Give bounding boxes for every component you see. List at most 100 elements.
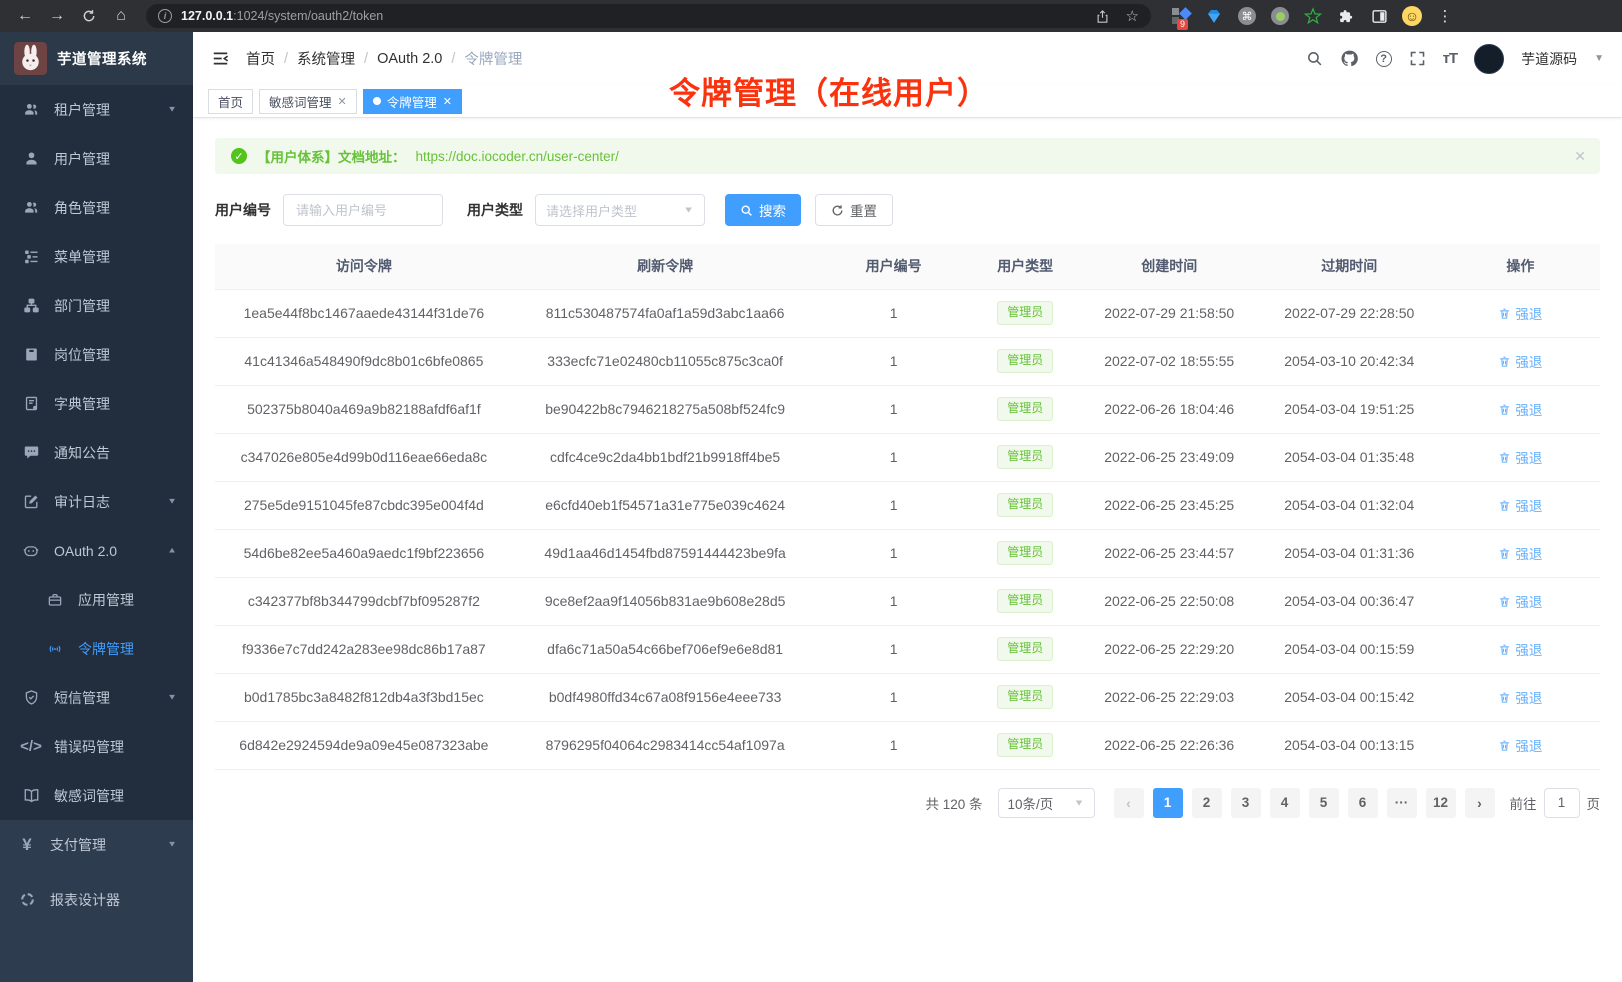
sidebar-item-pay[interactable]: ¥ 支付管理 ▼ xyxy=(0,820,193,869)
sidebar-item-audit-log[interactable]: 审计日志 ▼ xyxy=(0,477,193,526)
sidebar-item-dept[interactable]: 部门管理 xyxy=(0,281,193,330)
star-extension-icon[interactable] xyxy=(1303,6,1323,26)
user-id-input[interactable] xyxy=(283,194,443,226)
command-extension-icon[interactable]: ⌘ xyxy=(1237,6,1257,26)
force-logout-label: 强退 xyxy=(1515,303,1542,323)
browser-reload-button[interactable] xyxy=(76,3,102,29)
sidebar-item-user[interactable]: 用户管理 xyxy=(0,134,193,183)
cell-create-time: 2022-06-25 22:29:20 xyxy=(1081,625,1258,673)
pager-more-button[interactable]: ··· xyxy=(1387,788,1417,818)
force-logout-button[interactable]: 强退 xyxy=(1498,735,1542,755)
breadcrumb-home[interactable]: 首页 xyxy=(246,48,275,69)
report-wheel-icon xyxy=(18,891,36,909)
sidebar-item-report-designer[interactable]: 报表设计器 xyxy=(0,875,193,924)
user-type-select[interactable]: 请选择用户类型 ▼ xyxy=(535,194,705,226)
tag-close-icon[interactable]: ✕ xyxy=(443,95,452,108)
sidebar-item-tenant[interactable]: 租户管理 ▼ xyxy=(0,85,193,134)
sidebar-item-label: 令牌管理 xyxy=(78,639,134,659)
goto-label: 前往 xyxy=(1510,793,1537,813)
force-logout-button[interactable]: 强退 xyxy=(1498,447,1542,467)
page-size-select[interactable]: 10条/页 ▼ xyxy=(998,788,1095,818)
sidebar-item-oauth2[interactable]: OAuth 2.0 ▲ xyxy=(0,526,193,575)
sidebar-collapse-icon[interactable] xyxy=(211,49,230,68)
reset-button-label: 重置 xyxy=(850,200,877,220)
address-bar[interactable]: i 127.0.0.1:1024/system/oauth2/token ☆ xyxy=(146,4,1151,28)
sidebar-item-sms[interactable]: 短信管理 ▼ xyxy=(0,673,193,722)
font-size-icon[interactable]: ᴛT xyxy=(1443,50,1458,67)
browser-menu-icon[interactable]: ⋮ xyxy=(1435,6,1455,26)
tag-close-icon[interactable]: ✕ xyxy=(338,95,347,108)
bookmark-star-icon[interactable]: ☆ xyxy=(1126,7,1139,25)
tag-home[interactable]: 首页 xyxy=(208,89,253,114)
pager-page-button-2[interactable]: 2 xyxy=(1192,788,1222,818)
puzzle-extensions-icon[interactable] xyxy=(1336,6,1356,26)
recorder-extension-icon[interactable] xyxy=(1270,6,1290,26)
pager-page-button-6[interactable]: 6 xyxy=(1348,788,1378,818)
sidebar-item-label: 短信管理 xyxy=(54,688,110,708)
force-logout-button[interactable]: 强退 xyxy=(1498,351,1542,371)
tag-sensitive-words[interactable]: 敏感词管理 ✕ xyxy=(259,89,357,114)
sidebar-item-label: 用户管理 xyxy=(54,149,110,169)
github-icon[interactable] xyxy=(1340,49,1359,68)
cell-refresh-token: 8796295f04064c2983414cc54af1097a xyxy=(513,721,818,769)
help-icon[interactable]: ? xyxy=(1376,51,1392,67)
sidebar-item-notice[interactable]: 通知公告 xyxy=(0,428,193,477)
fullscreen-icon[interactable] xyxy=(1409,50,1426,67)
tag-manager-extension-icon[interactable]: 9 xyxy=(1171,6,1191,26)
force-logout-button[interactable]: 强退 xyxy=(1498,639,1542,659)
open-book-icon xyxy=(22,787,40,805)
reset-button[interactable]: 重置 xyxy=(815,194,893,226)
pager-next-button[interactable]: › xyxy=(1465,788,1495,818)
side-panel-icon[interactable] xyxy=(1369,6,1389,26)
sidebar-item-oauth-app[interactable]: 应用管理 xyxy=(0,575,193,624)
pager-page-button-5[interactable]: 5 xyxy=(1309,788,1339,818)
pager-page-button-1[interactable]: 1 xyxy=(1153,788,1183,818)
force-logout-button[interactable]: 强退 xyxy=(1498,591,1542,611)
search-button[interactable]: 搜索 xyxy=(725,194,801,226)
sidebar-item-dict[interactable]: 字典管理 xyxy=(0,379,193,428)
table-row: 41c41346a548490f9dc8b01c6bfe0865333ecfc7… xyxy=(215,337,1600,385)
col-actions: 操作 xyxy=(1441,244,1600,289)
sidebar-item-post[interactable]: 岗位管理 xyxy=(0,330,193,379)
cell-user-id: 1 xyxy=(817,577,969,625)
user-menu-caret-icon[interactable]: ▼ xyxy=(1594,53,1604,64)
goto-page-input[interactable] xyxy=(1544,788,1580,818)
breadcrumb: 首页 / 系统管理 / OAuth 2.0 / 令牌管理 xyxy=(246,48,522,69)
sidebar-item-label: 租户管理 xyxy=(54,100,110,120)
user-name[interactable]: 芋道源码 xyxy=(1521,49,1577,69)
pager-page-button-4[interactable]: 4 xyxy=(1270,788,1300,818)
breadcrumb-system[interactable]: 系统管理 xyxy=(297,48,355,69)
cell-expire-time: 2054-03-04 19:51:25 xyxy=(1258,385,1441,433)
site-info-icon[interactable]: i xyxy=(158,9,172,23)
force-logout-button[interactable]: 强退 xyxy=(1498,399,1542,419)
browser-home-button[interactable]: ⌂ xyxy=(108,3,134,29)
sidebar-logo: 芋道管理系统 xyxy=(0,32,193,85)
search-icon[interactable] xyxy=(1306,50,1323,67)
gem-extension-icon[interactable] xyxy=(1204,6,1224,26)
pager-page-button-12[interactable]: 12 xyxy=(1426,788,1456,818)
sidebar-item-errcode[interactable]: </> 错误码管理 xyxy=(0,722,193,771)
sidebar-item-sensitive[interactable]: 敏感词管理 xyxy=(0,771,193,820)
force-logout-button[interactable]: 强退 xyxy=(1498,495,1542,515)
sidebar-item-label: 角色管理 xyxy=(54,198,110,218)
sidebar-item-role[interactable]: 角色管理 xyxy=(0,183,193,232)
force-logout-button[interactable]: 强退 xyxy=(1498,687,1542,707)
force-logout-button[interactable]: 强退 xyxy=(1498,303,1542,323)
user-avatar[interactable] xyxy=(1474,44,1504,74)
doc-link[interactable]: https://doc.iocoder.cn/user-center/ xyxy=(416,149,619,164)
share-icon[interactable] xyxy=(1095,9,1110,24)
force-logout-button[interactable]: 强退 xyxy=(1498,543,1542,563)
sidebar-item-token[interactable]: 令牌管理 xyxy=(0,624,193,673)
pager-prev-button[interactable]: ‹ xyxy=(1114,788,1144,818)
browser-back-button[interactable]: ← xyxy=(12,3,38,29)
cell-refresh-token: 811c530487574fa0af1a59d3abc1aa66 xyxy=(513,289,818,337)
table-row: 502375b8040a469a9b82188afdf6af1fbe90422b… xyxy=(215,385,1600,433)
token-table-body: 1ea5e44f8bc1467aaede43144f31de76811c5304… xyxy=(215,289,1600,769)
tag-token-active[interactable]: 令牌管理 ✕ xyxy=(363,89,462,114)
alert-close-icon[interactable]: ✕ xyxy=(1574,148,1586,165)
sidebar-item-menu[interactable]: 菜单管理 xyxy=(0,232,193,281)
breadcrumb-oauth[interactable]: OAuth 2.0 xyxy=(377,51,442,67)
pager-page-button-3[interactable]: 3 xyxy=(1231,788,1261,818)
profile-avatar-icon[interactable]: ☺ xyxy=(1402,6,1422,26)
browser-forward-button[interactable]: → xyxy=(44,3,70,29)
